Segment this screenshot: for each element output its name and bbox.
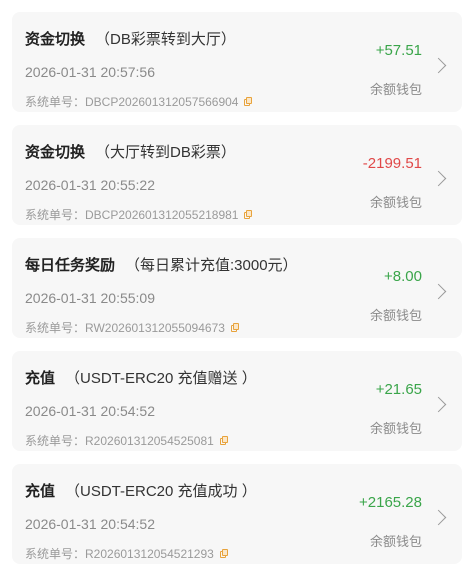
order-number: R202601312054525081 — [85, 433, 214, 448]
order-label: 系统单号： — [25, 208, 86, 222]
record-title-row: 充值 （USDT-ERC20 充值赠送 ） — [25, 367, 257, 388]
order-number: DBCP202601312055218981 — [85, 207, 239, 222]
record-type: 资金切换 — [25, 144, 86, 161]
record-description: （USDT-ERC20 充值赠送 ） — [65, 370, 257, 387]
order-number-row: 系统单号： RW202601312055094673 — [25, 319, 239, 336]
record-amount: -2199.51 — [362, 155, 422, 172]
chevron-right-icon[interactable] — [430, 170, 447, 187]
copy-icon[interactable] — [244, 97, 253, 106]
order-label: 系统单号： — [25, 434, 86, 448]
record-description: （USDT-ERC20 充值成功 ） — [65, 483, 257, 500]
wallet-type: 余额钱包 — [369, 82, 422, 97]
order-number-row: 系统单号： R202601312054521293 — [25, 545, 228, 562]
wallet-type: 余额钱包 — [369, 308, 422, 323]
record-title-row: 资金切换 （大厅转到DB彩票） — [25, 141, 236, 162]
record-type: 每日任务奖励 — [25, 257, 116, 274]
transaction-list: 资金切换 （DB彩票转到大厅） 2026-01-31 20:57:56 系统单号：… — [0, 0, 474, 584]
order-number: RW202601312055094673 — [85, 320, 225, 335]
wallet-type: 余额钱包 — [369, 534, 422, 549]
wallet-type: 余额钱包 — [369, 421, 422, 436]
chevron-right-icon[interactable] — [430, 509, 447, 526]
record-description: （每日累计充值:3000元） — [125, 257, 298, 274]
record-description: （大厅转到DB彩票） — [95, 144, 236, 161]
record-amount: +2165.28 — [359, 494, 422, 511]
record-title-row: 充值 （USDT-ERC20 充值成功 ） — [25, 480, 257, 501]
record-amount: +8.00 — [384, 268, 422, 285]
transaction-card[interactable]: 资金切换 （大厅转到DB彩票） 2026-01-31 20:55:22 系统单号：… — [12, 125, 462, 225]
order-number: R202601312054521293 — [85, 546, 214, 561]
record-time: 2026-01-31 20:54:52 — [25, 403, 155, 419]
record-type: 充值 — [25, 370, 56, 387]
order-label: 系统单号： — [25, 547, 86, 561]
record-amount: +57.51 — [375, 42, 422, 59]
order-number: DBCP202601312057566904 — [85, 94, 239, 109]
order-number-row: 系统单号： DBCP202601312055218981 — [25, 206, 253, 223]
copy-icon[interactable] — [219, 549, 228, 558]
record-title-row: 资金切换 （DB彩票转到大厅） — [25, 28, 236, 49]
chevron-right-icon[interactable] — [430, 283, 447, 300]
record-type: 充值 — [25, 483, 56, 500]
transaction-card[interactable]: 充值 （USDT-ERC20 充值成功 ） 2026-01-31 20:54:52… — [12, 464, 462, 564]
chevron-right-icon[interactable] — [430, 57, 447, 74]
order-label: 系统单号： — [25, 95, 86, 109]
record-amount: +21.65 — [375, 381, 422, 398]
record-title-row: 每日任务奖励 （每日累计充值:3000元） — [25, 254, 298, 275]
copy-icon[interactable] — [230, 323, 239, 332]
record-time: 2026-01-31 20:54:52 — [25, 516, 155, 532]
copy-icon[interactable] — [219, 436, 228, 445]
transaction-card[interactable]: 资金切换 （DB彩票转到大厅） 2026-01-31 20:57:56 系统单号：… — [12, 12, 462, 112]
record-time: 2026-01-31 20:55:22 — [25, 177, 155, 193]
order-number-row: 系统单号： DBCP202601312057566904 — [25, 93, 253, 110]
wallet-type: 余额钱包 — [369, 195, 422, 210]
transaction-card[interactable]: 充值 （USDT-ERC20 充值赠送 ） 2026-01-31 20:54:52… — [12, 351, 462, 451]
copy-icon[interactable] — [244, 210, 253, 219]
record-time: 2026-01-31 20:57:56 — [25, 64, 155, 80]
transaction-card[interactable]: 每日任务奖励 （每日累计充值:3000元） 2026-01-31 20:55:09… — [12, 238, 462, 338]
chevron-right-icon[interactable] — [430, 396, 447, 413]
record-time: 2026-01-31 20:55:09 — [25, 290, 155, 306]
order-number-row: 系统单号： R202601312054525081 — [25, 432, 228, 449]
record-description: （DB彩票转到大厅） — [95, 31, 236, 48]
record-type: 资金切换 — [25, 31, 86, 48]
order-label: 系统单号： — [25, 321, 86, 335]
